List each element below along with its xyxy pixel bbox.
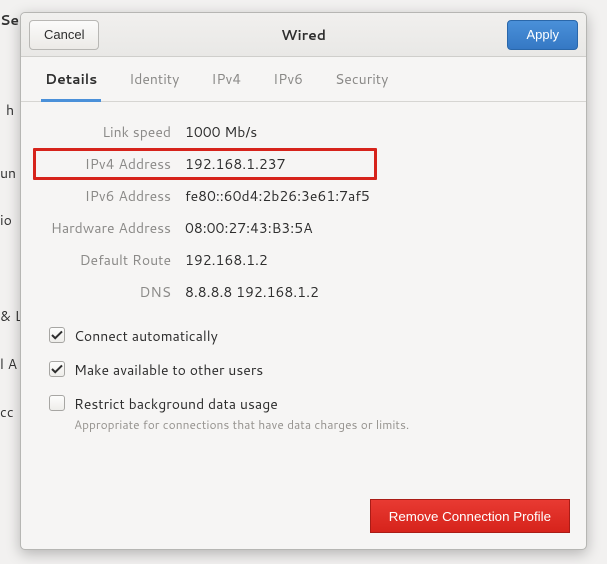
tab-bar: Details Identity IPv4 IPv6 Security <box>21 57 586 102</box>
remove-connection-button[interactable]: Remove Connection Profile <box>370 499 570 533</box>
dialog-titlebar: Cancel Wired Apply <box>21 13 586 57</box>
link-speed-value: 1000 Mb/s <box>185 122 564 142</box>
default-route-value: 192.168.1.2 <box>185 250 564 270</box>
backdrop-text: cc <box>0 402 14 422</box>
available-other-users-checkbox[interactable] <box>49 361 65 377</box>
backdrop-text: h <box>6 100 14 120</box>
available-other-users-label: Make available to other users <box>74 360 263 380</box>
tab-security[interactable]: Security <box>331 57 392 102</box>
tab-identity[interactable]: Identity <box>125 57 183 102</box>
cancel-button[interactable]: Cancel <box>29 20 99 50</box>
dialog-title: Wired <box>21 25 586 45</box>
link-speed-label: Link speed <box>43 122 171 142</box>
default-route-label: Default Route <box>43 250 171 270</box>
ipv4-address-label: IPv4 Address <box>43 154 171 174</box>
connect-automatically-checkbox[interactable] <box>49 327 65 343</box>
restrict-background-row[interactable]: Restrict background data usage Appropria… <box>43 394 564 433</box>
tab-ipv6[interactable]: IPv6 <box>269 57 307 102</box>
backdrop-text: Se <box>0 10 19 30</box>
hardware-address-label: Hardware Address <box>43 218 171 238</box>
hardware-address-value: 08:00:27:43:B3:5A <box>185 218 564 238</box>
ipv6-address-label: IPv6 Address <box>43 186 171 206</box>
available-other-users-row[interactable]: Make available to other users <box>43 360 564 380</box>
dns-label: DNS <box>43 282 171 302</box>
restrict-background-sublabel: Appropriate for connections that have da… <box>74 416 409 433</box>
backdrop-text: io <box>0 210 12 230</box>
tab-details[interactable]: Details <box>41 57 101 102</box>
dialog-footer: Remove Connection Profile <box>21 487 586 549</box>
apply-button[interactable]: Apply <box>507 20 578 50</box>
ipv4-address-value: 192.168.1.237 <box>185 154 564 174</box>
tab-content-details: Link speed 1000 Mb/s IPv4 Address 192.16… <box>21 102 586 487</box>
tab-ipv4[interactable]: IPv4 <box>207 57 245 102</box>
wired-connection-dialog: Cancel Wired Apply Details Identity IPv4… <box>20 12 587 550</box>
check-icon <box>51 363 63 375</box>
restrict-background-checkbox[interactable] <box>49 395 65 411</box>
restrict-background-label: Restrict background data usage <box>74 394 409 414</box>
ipv6-address-value: fe80::60d4:2b26:3e61:7af5 <box>185 186 564 206</box>
backdrop-text: un <box>0 163 16 183</box>
dns-value: 8.8.8.8 192.168.1.2 <box>185 282 564 302</box>
backdrop-text: l A <box>0 354 17 374</box>
connect-automatically-row[interactable]: Connect automatically <box>43 326 564 346</box>
connect-automatically-label: Connect automatically <box>74 326 218 346</box>
check-icon <box>51 329 63 341</box>
